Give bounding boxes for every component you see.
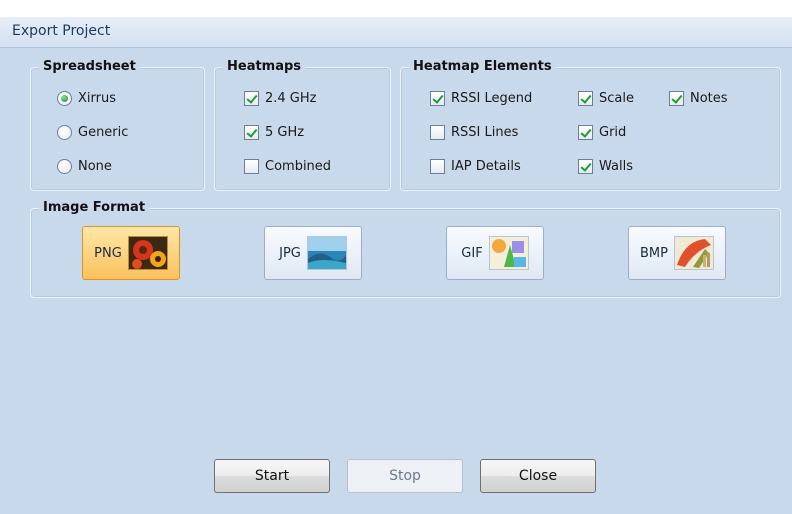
format-label: BMP xyxy=(640,245,668,261)
checkbox-notes[interactable]: Notes xyxy=(669,88,728,108)
checkbox-icon[interactable] xyxy=(578,90,593,106)
checkbox-icon[interactable] xyxy=(430,158,445,174)
heatmaps-legend: Heatmaps xyxy=(223,59,306,74)
radio-button-icon[interactable] xyxy=(57,158,72,174)
checkbox-label: Combined xyxy=(265,158,332,174)
radio-label: None xyxy=(78,158,112,174)
radio-label: Xirrus xyxy=(78,90,116,106)
radio-label: Generic xyxy=(78,124,129,140)
checkbox-label: RSSI Lines xyxy=(451,124,519,140)
spreadsheet-legend: Spreadsheet xyxy=(39,59,140,74)
landscape-image-icon xyxy=(306,236,347,270)
checkbox-label: Scale xyxy=(599,90,634,106)
checkbox-grid[interactable]: Grid xyxy=(578,122,626,142)
close-button[interactable]: Close xyxy=(480,459,596,493)
format-jpg-button[interactable]: JPG xyxy=(264,226,362,280)
start-button[interactable]: Start xyxy=(214,459,330,493)
checkbox-scale[interactable]: Scale xyxy=(578,88,634,108)
checkbox-label: IAP Details xyxy=(451,158,521,174)
image-format-legend: Image Format xyxy=(39,200,150,215)
paint-image-icon xyxy=(673,236,714,270)
checkbox-rssi-legend[interactable]: RSSI Legend xyxy=(430,88,532,108)
format-label: GIF xyxy=(461,245,483,261)
checkbox-rssi-lines[interactable]: RSSI Lines xyxy=(430,122,518,142)
checkbox-label: Grid xyxy=(599,124,627,140)
title-bar: Export Project xyxy=(0,17,792,48)
checkbox-icon[interactable] xyxy=(430,90,445,106)
heatmap-elements-legend: Heatmap Elements xyxy=(409,59,556,74)
checkbox-icon[interactable] xyxy=(669,90,684,106)
checkbox-icon[interactable] xyxy=(244,90,259,106)
checkbox-combined[interactable]: Combined xyxy=(244,156,331,176)
export-project-dialog: Export Project Spreadsheet Xirrus Generi… xyxy=(0,0,792,514)
checkbox-label: Notes xyxy=(690,90,728,106)
checkbox-icon[interactable] xyxy=(578,158,593,174)
format-gif-button[interactable]: GIF xyxy=(446,226,544,280)
checkbox-icon[interactable] xyxy=(578,124,593,140)
stop-button[interactable]: Stop xyxy=(347,459,463,493)
shapes-image-icon xyxy=(488,236,529,270)
top-strip xyxy=(0,0,792,17)
radio-button-icon[interactable] xyxy=(57,90,72,106)
checkbox-icon[interactable] xyxy=(430,124,445,140)
format-bmp-button[interactable]: BMP xyxy=(628,226,726,280)
flowers-image-icon xyxy=(127,236,168,270)
checkbox-label: 5 GHz xyxy=(265,124,305,140)
checkbox-icon[interactable] xyxy=(244,124,259,140)
checkbox-icon[interactable] xyxy=(244,158,259,174)
format-label: JPG xyxy=(279,245,301,261)
window-title: Export Project xyxy=(12,23,111,39)
checkbox-iap-details[interactable]: IAP Details xyxy=(430,156,521,176)
format-label: PNG xyxy=(94,245,122,261)
checkbox-label: 2.4 GHz xyxy=(265,90,317,106)
radio-button-icon[interactable] xyxy=(57,124,72,140)
format-png-button[interactable]: PNG xyxy=(82,226,180,280)
checkbox-5ghz[interactable]: 5 GHz xyxy=(244,122,304,142)
radio-xirrus[interactable]: Xirrus xyxy=(57,88,116,108)
checkbox-label: RSSI Legend xyxy=(451,90,533,106)
radio-generic[interactable]: Generic xyxy=(57,122,128,142)
checkbox-walls[interactable]: Walls xyxy=(578,156,633,176)
radio-none[interactable]: None xyxy=(57,156,112,176)
checkbox-label: Walls xyxy=(599,158,633,174)
checkbox-24ghz[interactable]: 2.4 GHz xyxy=(244,88,316,108)
